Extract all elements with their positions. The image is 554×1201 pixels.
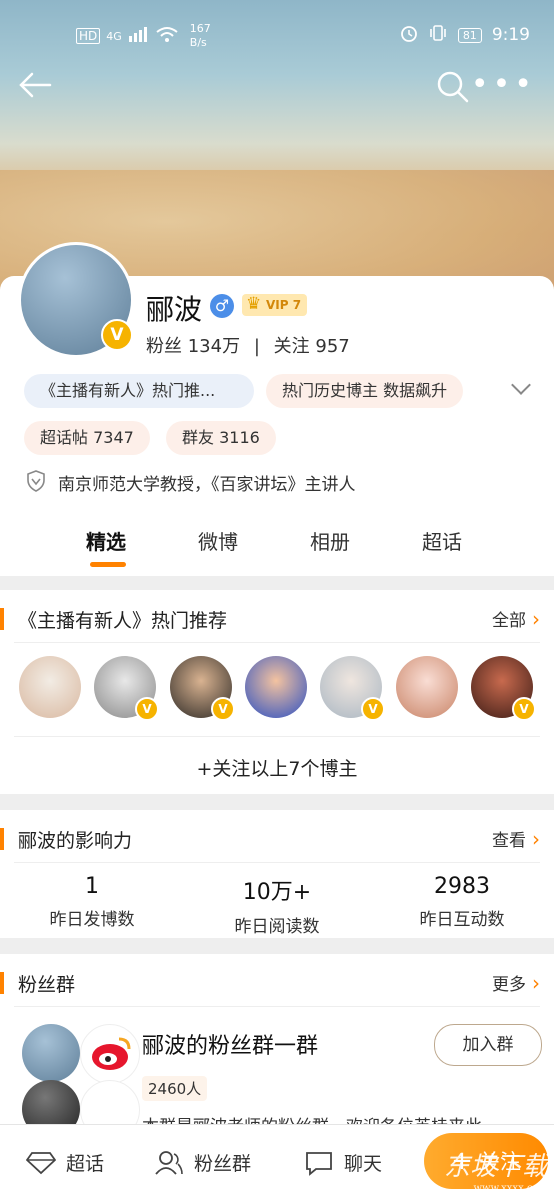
tag-chip-topic-posts[interactable]: 超话帖 7347 xyxy=(24,421,150,455)
fan-group-more-link[interactable]: 更多 › xyxy=(492,970,540,995)
clock: 9:19 xyxy=(491,25,530,45)
group-logo-icon xyxy=(80,1080,140,1126)
influence-card: 郦波的影响力 查看 › 1 昨日发博数 10万+ 昨日阅读数 2983 昨日互动数 xyxy=(0,810,554,938)
section-accent-bar xyxy=(0,608,4,630)
recommend-title: 《主播有新人》热门推荐 xyxy=(18,610,228,632)
group-name[interactable]: 郦波的粉丝群一群 xyxy=(142,1028,318,1060)
section-accent-bar xyxy=(0,972,4,994)
group-member-avatar xyxy=(22,1080,80,1126)
tab-active-indicator xyxy=(90,562,126,567)
shield-icon xyxy=(26,470,46,492)
fans-count[interactable]: 134万 xyxy=(188,336,240,357)
metric-label: 昨日发博数 xyxy=(49,910,135,930)
recommend-more-link[interactable]: 全部 › xyxy=(492,606,540,631)
following-count[interactable]: 957 xyxy=(315,336,349,357)
recommended-blogger-avatar[interactable] xyxy=(19,656,81,718)
signal-icon xyxy=(128,26,150,46)
tab-weibo[interactable]: 微博 xyxy=(198,526,238,555)
verified-badge-icon: V xyxy=(101,319,133,351)
tag-chip-group-friends[interactable]: 群友 3116 xyxy=(166,421,276,455)
vibrate-icon xyxy=(428,24,448,46)
recommended-blogger-avatar[interactable]: V xyxy=(320,656,385,721)
section-accent-bar xyxy=(0,828,4,850)
chevron-right-icon: › xyxy=(532,607,540,631)
recommended-blogger-avatar[interactable]: V xyxy=(170,656,235,721)
super-topic-button[interactable]: 超话 xyxy=(26,1149,104,1176)
metric-value: 10万+ xyxy=(242,880,312,905)
fan-group-card: 粉丝群 更多› 郦波的粉丝群一群 加入群 2460人 本群是郦波老师的粉丝群，欢… xyxy=(0,954,554,1126)
verified-badge-icon: V xyxy=(512,697,536,721)
divider xyxy=(14,1006,540,1007)
divider xyxy=(14,642,540,643)
metric-reads: 10万+ 昨日阅读数 xyxy=(185,874,369,937)
verified-badge-icon: V xyxy=(211,697,235,721)
search-icon[interactable] xyxy=(436,70,470,104)
alarm-icon xyxy=(400,24,418,46)
more-icon[interactable]: ••• xyxy=(471,70,536,100)
verified-badge-icon: V xyxy=(361,697,385,721)
metric-posts: 1 昨日发博数 xyxy=(0,874,184,930)
divider xyxy=(14,862,540,863)
status-bar: HD 4G 167 B/s 81 9:19 xyxy=(0,14,554,54)
metric-interactions: 2983 昨日互动数 xyxy=(370,874,554,930)
tab-featured[interactable]: 精选 xyxy=(86,526,126,555)
metric-label: 昨日互动数 xyxy=(419,910,505,930)
recommended-blogger-avatar[interactable] xyxy=(396,656,458,718)
diamond-icon xyxy=(26,1151,56,1174)
member-count-badge: 2460人 xyxy=(142,1076,208,1101)
battery-indicator: 81 xyxy=(457,27,482,43)
chevron-right-icon: › xyxy=(532,827,540,851)
watermark-logo: 东坡下载 www.xxxx.com xyxy=(443,1152,548,1194)
chat-button[interactable]: 聊天 xyxy=(304,1149,382,1176)
metric-label: 昨日阅读数 xyxy=(234,917,320,937)
follow-stats: 粉丝 134万 | 关注 957 xyxy=(146,332,350,358)
verified-badge-icon: V xyxy=(135,697,159,721)
recommended-blogger-avatar[interactable]: V xyxy=(471,656,536,721)
follow-all-button[interactable]: +关注以上7个博主 xyxy=(0,754,554,781)
group-icon xyxy=(155,1150,183,1175)
chat-bubble-icon xyxy=(306,1151,332,1176)
network-speed-unit: B/s xyxy=(189,36,207,49)
metric-value: 2983 xyxy=(434,874,490,899)
divider xyxy=(14,736,540,737)
recommended-blogger-avatar[interactable] xyxy=(245,656,307,718)
wifi-icon xyxy=(156,26,178,46)
tab-super-topic[interactable]: 超话 xyxy=(422,526,462,555)
network-speed-value: 167 xyxy=(189,22,211,35)
stats-separator: | xyxy=(253,336,260,357)
group-member-avatar xyxy=(22,1024,80,1082)
tag-chip-history[interactable]: 热门历史博主 数据飙升 xyxy=(266,374,464,408)
fan-group-button[interactable]: 粉丝群 xyxy=(154,1149,251,1176)
fans-label[interactable]: 粉丝 xyxy=(146,336,182,357)
following-label[interactable]: 关注 xyxy=(274,336,310,357)
metric-value: 1 xyxy=(85,874,99,899)
network-type: HD xyxy=(76,28,101,44)
tag-chip-recommend[interactable]: 《主播有新人》热门推... xyxy=(24,374,254,408)
tab-album[interactable]: 相册 xyxy=(310,526,350,555)
profile-tabs: 精选 微博 相册 超话 xyxy=(0,516,554,574)
influence-title: 郦波的影响力 xyxy=(18,830,133,852)
signal-type: 4G xyxy=(106,29,122,43)
recommend-card: 《主播有新人》热门推荐 全部 › V V V V +关注以上7个博主 xyxy=(0,590,554,794)
join-group-button[interactable]: 加入群 xyxy=(434,1024,542,1066)
avatar[interactable]: V xyxy=(18,242,134,358)
fan-group-title: 粉丝群 xyxy=(18,974,76,996)
influence-more-link[interactable]: 查看 › xyxy=(492,826,540,851)
weibo-logo-icon xyxy=(80,1024,140,1084)
vip-badge[interactable]: VIP 7 xyxy=(242,293,308,316)
profile-description: 南京师范大学教授，《百家讲坛》主讲人 xyxy=(58,475,356,495)
recommended-blogger-avatar[interactable]: V xyxy=(94,656,159,721)
male-gender-icon: ♂ xyxy=(210,294,234,318)
profile-name: 郦波 xyxy=(146,293,203,326)
chevron-right-icon: › xyxy=(532,971,540,995)
back-arrow-icon[interactable] xyxy=(18,70,52,106)
